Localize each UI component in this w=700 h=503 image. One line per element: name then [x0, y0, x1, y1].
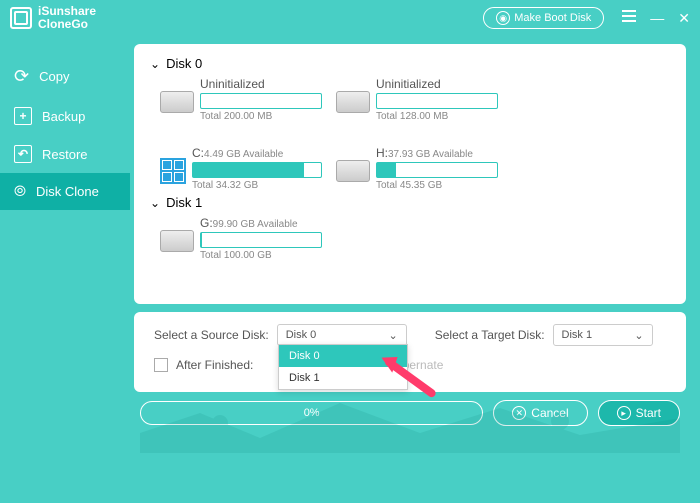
close-button[interactable]: ✕ [678, 10, 690, 27]
partition-total: Total 200.00 MB [200, 111, 322, 122]
partition-label: G:99.90 GB Available [200, 216, 322, 230]
app-logo: iSunshare CloneGo [10, 5, 96, 31]
usage-bar [200, 232, 322, 248]
chevron-down-icon: ⌄ [389, 329, 398, 342]
partition-label: C:4.49 GB Available [192, 146, 322, 160]
copy-icon: ⟳ [14, 66, 29, 87]
usage-bar [192, 162, 322, 178]
chevron-down-icon: ⌄ [150, 57, 160, 71]
partition[interactable]: G:99.90 GB Available Total 100.00 GB [160, 216, 322, 261]
target-disk-value: Disk 1 [562, 329, 593, 341]
decorative-landscape [140, 393, 680, 453]
menu-icon[interactable] [622, 10, 636, 27]
partition-label: H:37.93 GB Available [376, 146, 498, 160]
chevron-down-icon: ⌄ [150, 196, 160, 210]
sidebar-item-backup[interactable]: + Backup [0, 97, 130, 135]
minimize-button[interactable]: — [650, 10, 664, 27]
disk-icon: ◉ [496, 11, 510, 25]
partition-label: Uninitialized [376, 77, 498, 91]
sidebar-item-copy[interactable]: ⟳ Copy [0, 56, 130, 97]
sidebar: ⟳ Copy + Backup ↶ Restore ⦾ Disk Clone [0, 36, 130, 503]
backup-icon: + [14, 107, 32, 125]
partition-total: Total 45.35 GB [376, 180, 498, 191]
partition-total: Total 34.32 GB [192, 180, 322, 191]
usage-bar [376, 162, 498, 178]
windows-icon [160, 158, 186, 184]
partition-total: Total 128.00 MB [376, 111, 498, 122]
callout-arrow [376, 353, 439, 398]
partition-label: Uninitialized [200, 77, 322, 91]
titlebar: iSunshare CloneGo ◉ Make Boot Disk — ✕ [0, 0, 700, 36]
source-disk-select[interactable]: Disk 0 ⌄ [277, 324, 407, 346]
disk-header[interactable]: ⌄ Disk 1 [150, 195, 670, 210]
target-disk-label: Select a Target Disk: [435, 328, 545, 342]
app-name: iSunshare CloneGo [38, 5, 96, 31]
partition[interactable]: H:37.93 GB Available Total 45.35 GB [336, 146, 498, 191]
source-disk-value: Disk 0 [286, 329, 317, 341]
restore-icon: ↶ [14, 145, 32, 163]
target-disk-select[interactable]: Disk 1 ⌄ [553, 324, 653, 346]
disk-list-panel: ⌄Disk 0UninitializedTotal 200.00 MBUnini… [134, 44, 686, 304]
partition[interactable]: Uninitialized Total 200.00 MB [160, 77, 322, 122]
after-finished-label: After Finished: [176, 358, 253, 372]
config-panel: Select a Source Disk: Disk 0 ⌄ Select a … [134, 312, 686, 392]
sidebar-item-label: Copy [39, 69, 69, 84]
sidebar-item-label: Disk Clone [36, 184, 99, 199]
sidebar-item-restore[interactable]: ↶ Restore [0, 135, 130, 173]
partition[interactable]: Uninitialized Total 128.00 MB [336, 77, 498, 122]
source-disk-label: Select a Source Disk: [154, 328, 269, 342]
sidebar-item-label: Backup [42, 109, 85, 124]
partition-total: Total 100.00 GB [200, 250, 322, 261]
logo-icon [10, 7, 32, 29]
disk-clone-icon: ⦾ [14, 183, 26, 200]
drive-icon [336, 160, 370, 182]
usage-bar [376, 93, 498, 109]
usage-bar [200, 93, 322, 109]
drive-icon [336, 91, 370, 113]
after-finished-checkbox[interactable] [154, 358, 168, 372]
drive-icon [160, 91, 194, 113]
sidebar-item-disk-clone[interactable]: ⦾ Disk Clone [0, 173, 130, 210]
make-boot-disk-button[interactable]: ◉ Make Boot Disk [483, 7, 604, 29]
disk-name: Disk 1 [166, 195, 202, 210]
make-boot-disk-label: Make Boot Disk [514, 12, 591, 24]
chevron-down-icon: ⌄ [634, 329, 643, 342]
partition[interactable]: C:4.49 GB Available Total 34.32 GB [160, 146, 322, 191]
drive-icon [160, 230, 194, 252]
disk-name: Disk 0 [166, 56, 202, 71]
disk-header[interactable]: ⌄ Disk 0 [150, 56, 670, 71]
sidebar-item-label: Restore [42, 147, 88, 162]
